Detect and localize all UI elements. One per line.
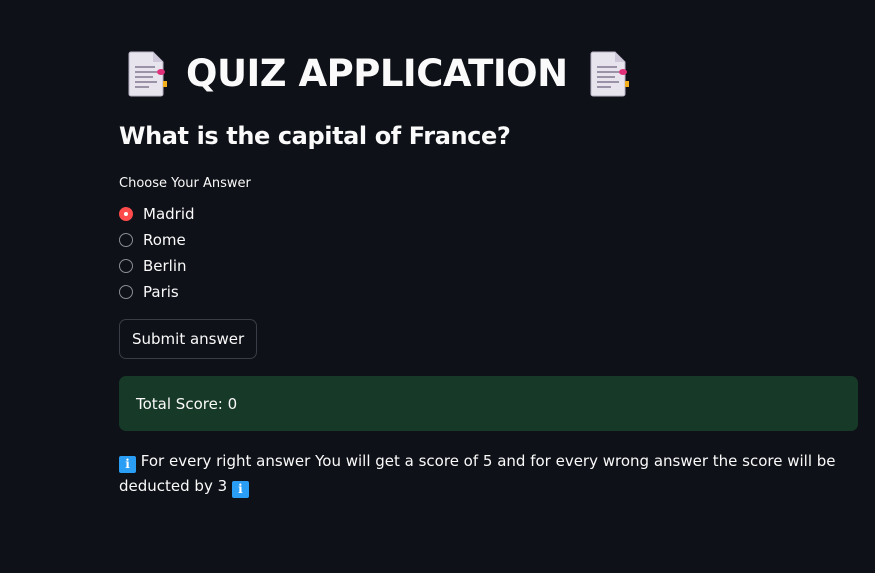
radio-option-berlin[interactable]: Berlin bbox=[119, 253, 195, 279]
radio-button[interactable] bbox=[119, 259, 133, 273]
question-heading: What is the capital of France? bbox=[119, 122, 511, 150]
page-facing-up-icon bbox=[125, 48, 169, 98]
score-success-alert: Total Score: 0 bbox=[119, 376, 858, 431]
page-title: QUIZ APPLICATION bbox=[186, 51, 568, 95]
radio-button[interactable] bbox=[119, 233, 133, 247]
radio-option-rome[interactable]: Rome bbox=[119, 227, 195, 253]
info-message-text: For every right answer You will get a sc… bbox=[119, 452, 836, 495]
app-root: QUIZ APPLICATION What is the capital of … bbox=[0, 0, 875, 573]
radio-button[interactable] bbox=[119, 285, 133, 299]
info-message: i For every right answer You will get a … bbox=[119, 449, 859, 499]
submit-answer-button[interactable]: Submit answer bbox=[119, 319, 258, 359]
radio-option-paris[interactable]: Paris bbox=[119, 279, 195, 305]
total-score-text: Total Score: 0 bbox=[136, 394, 238, 413]
radio-option-label: Rome bbox=[143, 231, 186, 249]
radio-button-checked[interactable] bbox=[119, 207, 133, 221]
radio-option-label: Madrid bbox=[143, 205, 195, 223]
information-icon: i bbox=[231, 481, 249, 498]
radio-option-madrid[interactable]: Madrid bbox=[119, 201, 195, 227]
radio-option-label: Paris bbox=[143, 283, 179, 301]
answer-radio-group: Madrid Rome Berlin Paris bbox=[119, 201, 195, 305]
page-header: QUIZ APPLICATION bbox=[125, 46, 631, 100]
information-icon: i bbox=[119, 456, 136, 473]
radio-group-label: Choose Your Answer bbox=[119, 176, 251, 191]
radio-option-label: Berlin bbox=[143, 257, 187, 275]
page-facing-up-icon bbox=[587, 48, 631, 98]
